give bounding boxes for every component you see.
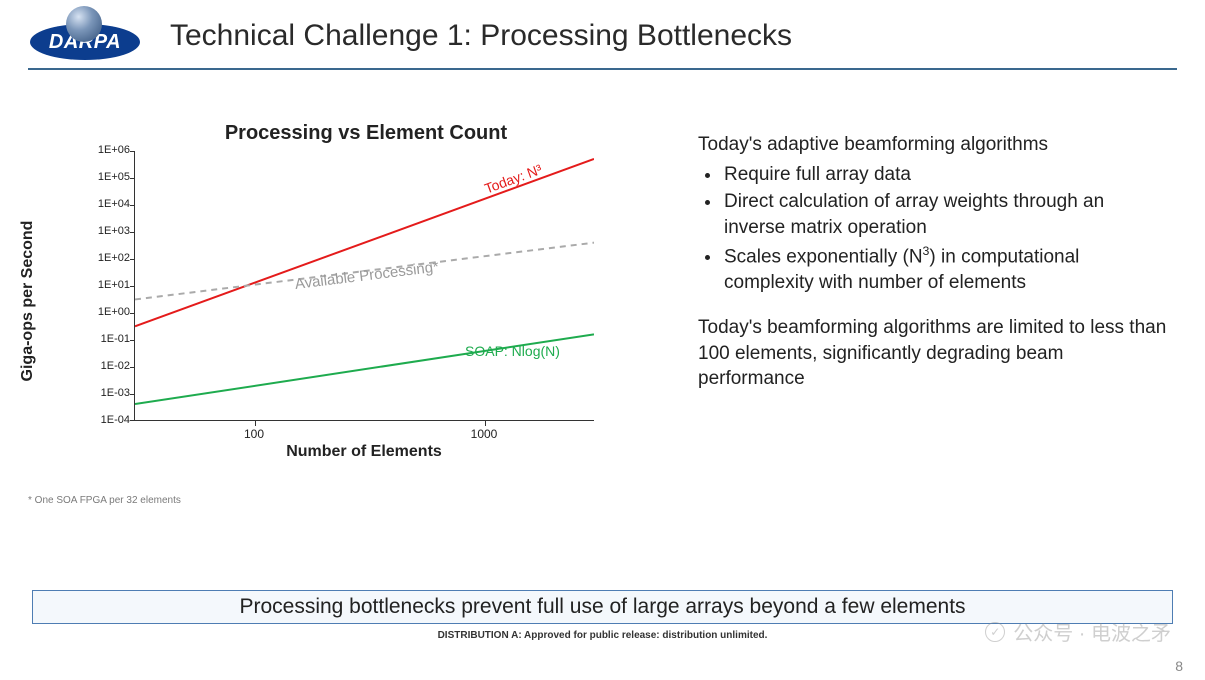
chart-footnote: * One SOA FPGA per 32 elements (28, 495, 648, 506)
wechat-icon: ✓ (985, 622, 1005, 642)
bullet: Direct calculation of array weights thro… (722, 189, 1167, 240)
ytick: 1E+06 (84, 144, 130, 156)
x-axis-label: Number of Elements (134, 443, 594, 461)
chart-title: Processing vs Element Count (28, 122, 648, 145)
globe-icon (66, 6, 102, 42)
series-today (135, 159, 594, 326)
ytick: 1E+05 (84, 171, 130, 183)
page-number: 8 (1175, 658, 1183, 674)
plot-area: Today: N³ Available Processing* SOAP: Nl… (134, 151, 594, 421)
ytick: 1E+01 (84, 279, 130, 291)
darpa-logo: DARPA (30, 12, 140, 60)
chart: Giga-ops per Second 1E+06 1E+05 1E+04 1E… (48, 151, 648, 451)
y-ticks: 1E+06 1E+05 1E+04 1E+03 1E+02 1E+01 1E+0… (84, 144, 130, 428)
bullet: Require full array data (722, 162, 1167, 188)
y-axis-label: Giga-ops per Second (19, 221, 37, 382)
series-label-available: Available Processing* (294, 258, 440, 293)
watermark: ✓ 公众号 · 电波之矛 (985, 617, 1171, 646)
ytick: 1E+00 (84, 306, 130, 318)
ytick: 1E-01 (84, 333, 130, 345)
intro-text: Today's adaptive beamforming algorithms (698, 132, 1167, 158)
chart-lines (135, 151, 594, 420)
xtick: 1000 (471, 427, 498, 441)
series-label-today: Today: N³ (482, 161, 544, 197)
ytick: 1E+02 (84, 252, 130, 264)
ytick: 1E-03 (84, 387, 130, 399)
series-label-soap: SOAP: Nlog(N) (465, 343, 560, 359)
chart-column: Processing vs Element Count Giga-ops per… (28, 92, 648, 506)
ytick: 1E+04 (84, 198, 130, 210)
bullet: Scales exponentially (N3) in computation… (722, 243, 1167, 296)
ytick: 1E-02 (84, 360, 130, 372)
text-column: Today's adaptive beamforming algorithms … (648, 92, 1177, 506)
page-title: Technical Challenge 1: Processing Bottle… (170, 19, 792, 53)
title-divider (28, 68, 1177, 70)
ytick: 1E+03 (84, 225, 130, 237)
xtick: 100 (244, 427, 264, 441)
ytick: 1E-04 (84, 414, 130, 426)
paragraph: Today's beamforming algorithms are limit… (698, 315, 1167, 392)
